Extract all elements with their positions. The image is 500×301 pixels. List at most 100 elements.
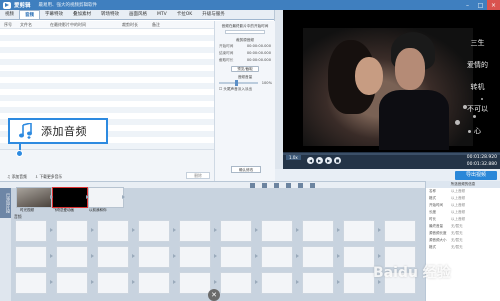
tab-subtitle-effects[interactable]: 字幕特效 xyxy=(40,10,68,19)
empty-clip-slot[interactable] xyxy=(179,220,211,242)
prev-frame-icon[interactable]: ◀ xyxy=(307,157,314,164)
storyboard-scroll-icon[interactable]: ✕ xyxy=(208,289,220,301)
empty-clip-slot[interactable] xyxy=(261,246,293,268)
info-value: 以上音频 xyxy=(451,189,465,193)
empty-clip-slot[interactable] xyxy=(138,220,170,242)
fade-checkbox[interactable]: ☐ 头尾声音淡入淡出 xyxy=(215,86,275,93)
empty-clip-slot[interactable] xyxy=(384,220,416,242)
clip-thumbnail[interactable] xyxy=(16,187,52,208)
empty-clip-slot[interactable] xyxy=(220,272,252,294)
current-time: 00:01:28.920 xyxy=(466,155,497,160)
speed-selector[interactable]: 1.0x xyxy=(286,155,301,160)
transition-arrow-icon xyxy=(132,228,135,232)
col-duration: 裁剪时长 xyxy=(122,22,138,27)
transition-arrow-icon xyxy=(122,195,125,199)
transition-arrow-icon xyxy=(173,254,176,258)
scene-shirt xyxy=(379,90,449,150)
info-value: 以上音频 xyxy=(451,196,465,200)
empty-clip-slot[interactable] xyxy=(179,246,211,268)
delete-label: 删除 xyxy=(194,173,202,178)
info-key: 格式 xyxy=(429,196,436,200)
end-value[interactable]: 00:00:00.000 xyxy=(247,51,271,56)
stop-icon[interactable]: ■ xyxy=(334,157,341,164)
start-value[interactable]: 00:00:00.000 xyxy=(247,44,271,49)
preview-trim-button[interactable]: 预览/截取 xyxy=(231,66,259,72)
empty-clip-slot[interactable] xyxy=(220,220,252,242)
export-bar: 导出视频 xyxy=(275,169,500,181)
empty-clip-slot[interactable] xyxy=(343,220,375,242)
playback-controls: 1.0x ◀ ▶ ▶ ■ 00:01:28.920 00:01:32.880 xyxy=(283,152,500,169)
tab-video[interactable]: 视频 xyxy=(0,10,19,19)
transition-arrow-icon xyxy=(50,254,53,258)
tab-transition[interactable]: 转场特效 xyxy=(96,10,124,19)
audio-settings-panel: 音频在最终影片中的开始时间 裁剪原音频 开始时间 00:00:00.000 结束时… xyxy=(214,21,275,181)
list-footer: ♫ 添加音频 ⇩ 下载更多音乐 删除 xyxy=(0,149,214,181)
empty-clip-slot[interactable] xyxy=(138,272,170,294)
audio-info-panel: 所选音频的信息 名称 以上音频 格式 以上音频 开始时间 以上音频 长度 以上音频 时长… xyxy=(425,181,500,301)
next-frame-icon[interactable]: ▶ xyxy=(325,157,332,164)
export-label: 导出视频 xyxy=(465,172,486,178)
length-value[interactable]: 00:00:00.000 xyxy=(247,58,271,63)
empty-clip-slot[interactable] xyxy=(15,246,47,268)
empty-clip-slot[interactable] xyxy=(343,246,375,268)
empty-clip-slot[interactable] xyxy=(56,246,88,268)
info-key: 长度 xyxy=(429,210,436,214)
tab-style[interactable]: 画面风格 xyxy=(124,10,152,19)
tab-audio[interactable]: 音频 xyxy=(19,10,40,19)
empty-clip-slot[interactable] xyxy=(343,272,375,294)
edit-panel: 视频 音频 字幕特效 叠加素材 转场特效 画面风格 MTV 卡拉OK 升级与服务… xyxy=(0,10,275,181)
start-time-field[interactable] xyxy=(225,30,265,34)
volume-slider[interactable] xyxy=(219,80,258,86)
info-value: 以上音频 xyxy=(451,217,465,221)
tab-overlay[interactable]: 叠加素材 xyxy=(68,10,96,19)
empty-clip-slot[interactable] xyxy=(97,272,129,294)
empty-clip-slot[interactable] xyxy=(138,246,170,268)
close-icon[interactable]: × xyxy=(487,0,500,10)
play-icon[interactable]: ▶ xyxy=(316,157,323,164)
delete-button[interactable]: 删除 xyxy=(186,172,210,179)
transition-arrow-icon xyxy=(91,254,94,258)
empty-clip-slot[interactable] xyxy=(97,220,129,242)
info-key: 时长 xyxy=(429,217,436,221)
lyric-line: 三生 xyxy=(470,39,485,47)
empty-clip-slot[interactable] xyxy=(56,272,88,294)
lyric-line: 爱情的 xyxy=(467,61,488,69)
transition-arrow-icon xyxy=(214,280,217,284)
export-video-button[interactable]: 导出视频 xyxy=(455,171,497,180)
lyric-line: 转机 xyxy=(470,83,485,91)
empty-clip-slot[interactable] xyxy=(302,246,334,268)
empty-clip-slot[interactable] xyxy=(220,246,252,268)
video-preview[interactable]: 三生 爱情的 转机 不可以 心 xyxy=(283,10,500,152)
add-audio-button[interactable]: ♫ 添加音频 xyxy=(4,173,30,180)
clip-thumbnail-selected[interactable] xyxy=(52,187,88,208)
transition-arrow-icon xyxy=(296,280,299,284)
clip-thumbnail[interactable] xyxy=(88,187,124,208)
info-key: 格式 xyxy=(429,245,436,249)
total-time: 00:01:32.880 xyxy=(466,162,497,167)
col-index: 序号 xyxy=(4,22,12,27)
empty-clip-slot[interactable] xyxy=(97,246,129,268)
transition-arrow-icon xyxy=(296,254,299,258)
empty-clip-slot[interactable] xyxy=(15,220,47,242)
empty-clip-slot[interactable] xyxy=(56,220,88,242)
music-note-icon xyxy=(18,121,34,139)
empty-clip-slot[interactable] xyxy=(261,272,293,294)
download-music-button[interactable]: ⇩ 下载更多音乐 xyxy=(32,173,65,180)
empty-clip-slot[interactable] xyxy=(261,220,293,242)
maximize-icon[interactable]: □ xyxy=(474,0,487,10)
clip-label: 以前我和你 xyxy=(89,208,107,212)
transition-arrow-icon xyxy=(337,228,340,232)
empty-clip-slot[interactable] xyxy=(302,220,334,242)
empty-clip-slot[interactable] xyxy=(179,272,211,294)
empty-clip-slot[interactable] xyxy=(302,272,334,294)
minimize-icon[interactable]: – xyxy=(461,0,474,10)
added-clips-label: 已添加片段 xyxy=(0,188,11,218)
empty-clip-slot[interactable] xyxy=(15,272,47,294)
tab-karaoke[interactable]: 卡拉OK xyxy=(172,10,198,19)
add-audio-label: 添加音频 xyxy=(11,174,27,179)
tab-upgrade[interactable]: 升级与服务 xyxy=(197,10,230,19)
tab-mtv[interactable]: MTV xyxy=(152,10,172,19)
confirm-button[interactable]: 确认修改 xyxy=(231,166,261,173)
start-label: 开始时间 xyxy=(219,44,234,48)
callout-dot xyxy=(16,150,23,157)
